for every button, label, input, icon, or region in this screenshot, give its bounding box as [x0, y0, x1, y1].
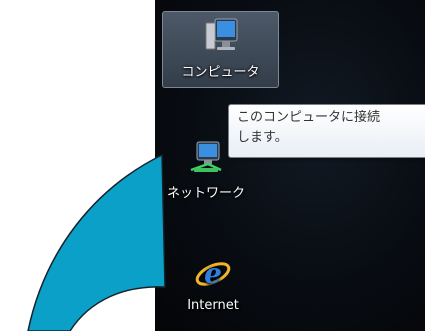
tooltip-line: します。	[237, 130, 288, 145]
desktop-icon-internet[interactable]: e Internet	[158, 256, 268, 313]
svg-text:e: e	[204, 257, 222, 290]
network-icon	[190, 141, 222, 172]
desktop-icon-label: ネットワーク	[166, 186, 245, 201]
internet-explorer-icon: e	[195, 257, 231, 290]
desktop-icon-label: コンピュータ	[181, 65, 260, 80]
tooltip: このコンピュータに接続 します。	[228, 104, 425, 158]
desktop-icon-label: Internet	[187, 298, 239, 313]
desktop-icon-computer[interactable]: コンピュータ	[162, 11, 279, 88]
tooltip-line: このコンピュータに接続	[237, 110, 381, 125]
computer-icon	[205, 18, 237, 50]
